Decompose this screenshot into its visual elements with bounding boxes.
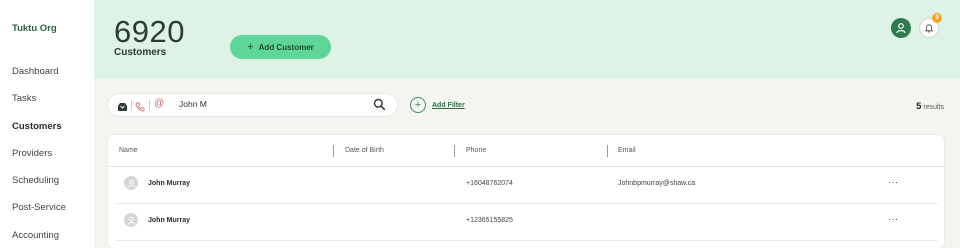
search-input[interactable] [179, 99, 359, 109]
column-header-name[interactable]: Name [119, 147, 138, 154]
search-icon[interactable] [373, 98, 386, 116]
column-header-dob[interactable]: Date of Birth [345, 147, 384, 154]
results-label: results [923, 104, 944, 111]
table-row[interactable]: John Murray +16048762074 Johnbpmurray@sh… [108, 167, 944, 204]
more-actions-button[interactable]: ··· [888, 214, 899, 224]
main-content: 6920 Customers + Add Customer 0 @ John M… [94, 0, 960, 248]
at-icon[interactable]: @ [154, 98, 164, 109]
add-customer-label: Add Customer [258, 42, 314, 52]
page-header: 6920 Customers + Add Customer 0 [94, 0, 960, 79]
divider [149, 100, 150, 110]
customer-count: 6920 [114, 14, 185, 49]
results-count: 5 results [916, 101, 944, 112]
sidebar: Tuktu Org Dashboard Tasks Customers Prov… [0, 0, 94, 248]
avatar [124, 176, 138, 190]
more-actions-button[interactable]: ··· [888, 177, 899, 187]
person-icon [127, 179, 135, 188]
org-name[interactable]: Tuktu Org [12, 23, 57, 34]
phone-icon[interactable] [135, 99, 145, 117]
add-customer-button[interactable]: + Add Customer [230, 35, 331, 59]
user-avatar[interactable] [891, 18, 911, 38]
sidebar-item-providers[interactable]: Providers [12, 148, 52, 159]
divider [131, 100, 132, 110]
column-divider [607, 145, 608, 157]
column-divider [454, 145, 455, 157]
sidebar-item-customers[interactable]: Customers [12, 121, 62, 132]
sidebar-item-post-service[interactable]: Post-Service [12, 202, 66, 213]
avatar [124, 213, 138, 227]
person-icon [127, 216, 135, 225]
sidebar-item-accounting[interactable]: Accounting [12, 230, 59, 241]
sidebar-item-scheduling[interactable]: Scheduling [12, 175, 59, 186]
table-row[interactable]: John Murray +12365155825 ··· [108, 204, 944, 241]
notification-badge: 0 [932, 13, 942, 23]
customer-email: Johnbpmurray@shaw.ca [618, 180, 696, 187]
customers-table: Name Date of Birth Phone Email John Murr… [108, 135, 944, 248]
column-header-phone[interactable]: Phone [466, 147, 486, 154]
bell-icon [924, 24, 934, 33]
sidebar-item-tasks[interactable]: Tasks [12, 93, 36, 104]
customer-phone: +16048762074 [466, 180, 513, 187]
sidebar-item-dashboard[interactable]: Dashboard [12, 66, 58, 77]
add-filter-label: Add Filter [432, 101, 465, 109]
customer-count-label: Customers [114, 47, 167, 58]
plus-icon: + [247, 41, 254, 53]
results-number: 5 [916, 101, 922, 112]
search-bar: @ [108, 94, 397, 116]
inbox-icon[interactable] [117, 99, 128, 117]
customer-name[interactable]: John Murray [148, 217, 190, 224]
customer-name[interactable]: John Murray [148, 180, 190, 187]
add-filter-button[interactable]: + Add Filter [410, 97, 465, 113]
plus-circle-icon: + [410, 97, 426, 113]
user-icon [896, 23, 906, 34]
column-header-email[interactable]: Email [618, 147, 636, 154]
column-divider [333, 145, 334, 157]
row-divider [116, 240, 938, 241]
customer-phone: +12365155825 [466, 217, 513, 224]
